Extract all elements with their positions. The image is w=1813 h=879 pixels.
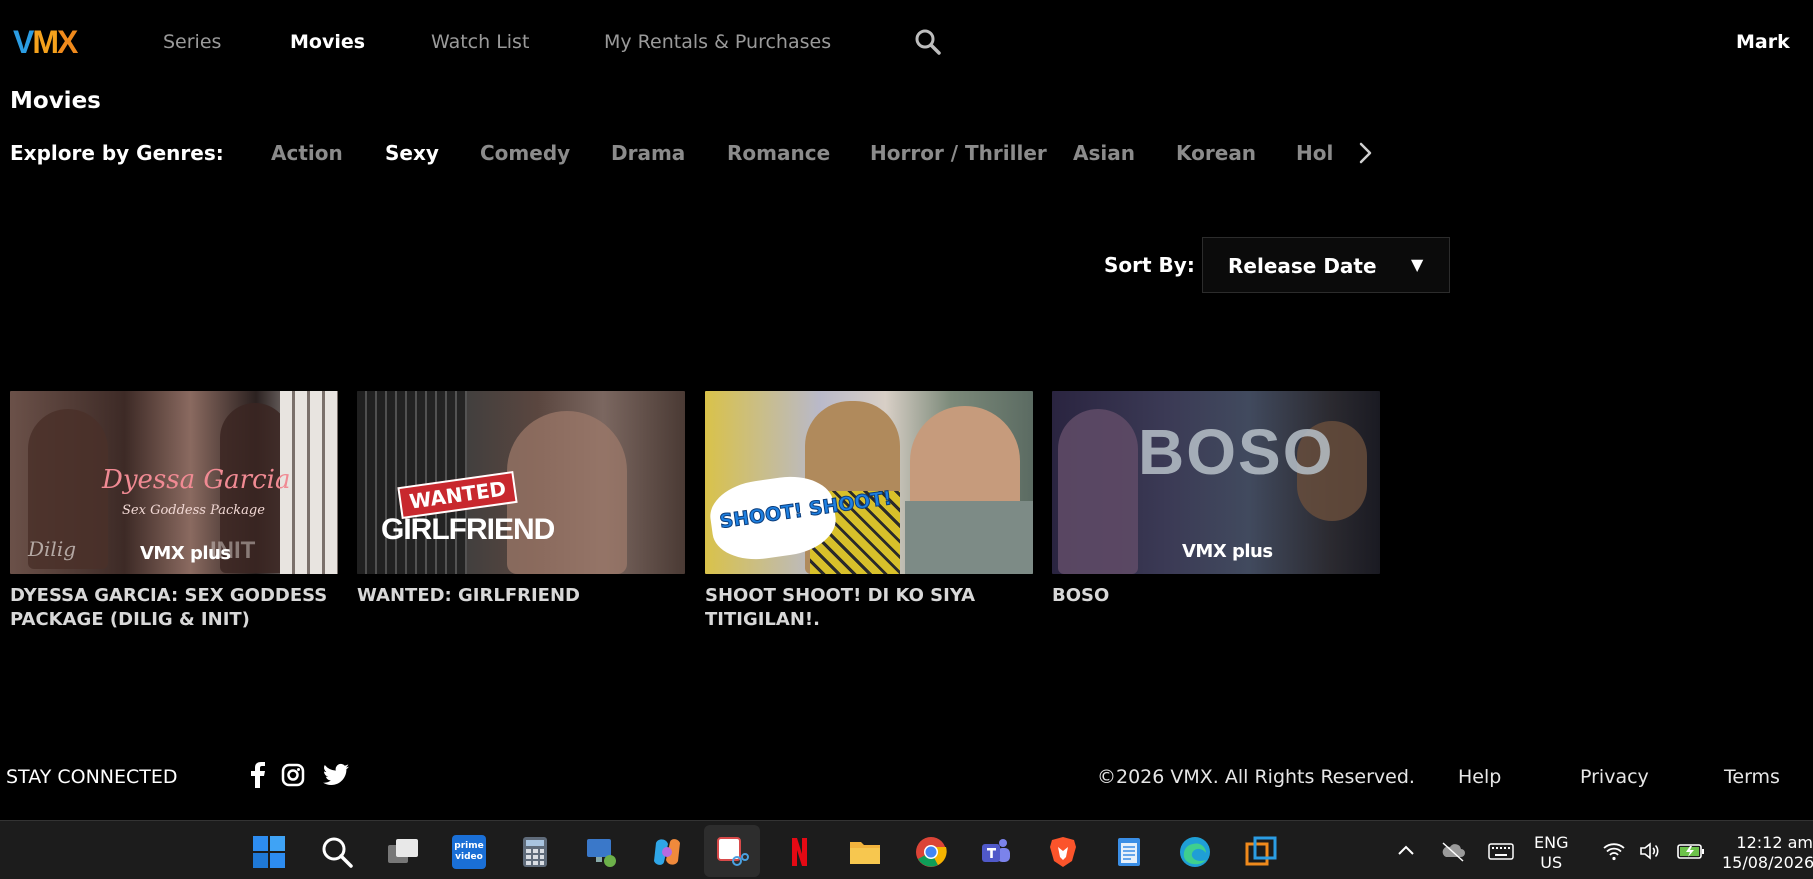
movie-thumbnail[interactable]: Dyessa Garcia Sex Goddess Package Dilig … [10,391,338,574]
genre-horror-thriller[interactable]: Horror / Thriller [870,140,1047,166]
facebook-icon[interactable] [251,762,265,788]
chevron-right-icon[interactable] [1355,140,1377,166]
person-shape [1058,409,1138,574]
genre-sexy[interactable]: Sexy [385,140,439,166]
movie-thumbnail[interactable]: BOSO VMX plus [1052,391,1380,574]
genres-label: Explore by Genres: [10,141,224,165]
person-shape [507,411,627,574]
thumb-subtitle: Sex Goddess Package [122,503,265,518]
thumb-title: BOSO [1138,416,1335,488]
shirt-shape [905,501,1033,574]
movie-title[interactable]: BOSO [1052,584,1380,608]
chrome-icon[interactable] [914,835,948,869]
file-explorer-icon[interactable] [848,835,882,869]
genre-drama[interactable]: Drama [611,140,685,166]
prime-video-icon[interactable]: prime video [452,835,486,869]
sort-label: Sort By: [1104,253,1195,277]
wifi-icon[interactable] [1602,839,1626,863]
vmx-plus-logo: VMX plus [1182,541,1273,562]
caret-down-icon: ▼ [1411,255,1424,274]
windows-taskbar: prime video ENG US 12:12 am 15/08/2026 [0,820,1813,879]
notepad-icon[interactable] [1112,835,1146,869]
volume-icon[interactable] [1638,839,1662,863]
movie-title[interactable]: SHOOT SHOOT! DI KO SIYA TITIGILAN!. [705,584,1033,632]
stay-connected-label: STAY CONNECTED [6,766,178,788]
sort-dropdown[interactable]: Release Date ▼ [1202,237,1450,293]
genre-asian[interactable]: Asian [1073,140,1135,166]
vmx-logo[interactable]: VMX [13,26,78,58]
genre-action[interactable]: Action [271,140,343,166]
movie-title[interactable]: DYESSA GARCIA: SEX GODDESS PACKAGE (DILI… [10,584,338,632]
top-nav: VMX Series Movies Watch List My Rentals … [0,0,1813,84]
sort-value: Release Date [1228,254,1377,278]
copilot-icon[interactable] [650,835,684,869]
teams-icon[interactable] [979,835,1013,869]
genre-comedy[interactable]: Comedy [480,140,570,166]
search-icon[interactable] [914,28,942,56]
vmx-plus-logo: VMX plus [140,543,231,564]
nav-movies[interactable]: Movies [290,30,365,54]
movie-card[interactable]: BOSO VMX plus BOSO [1052,391,1380,608]
keyboard-icon[interactable] [1488,839,1514,863]
app-icon[interactable] [1244,835,1278,869]
nav-watch-list[interactable]: Watch List [431,30,529,54]
movie-thumbnail[interactable]: SHOOT! SHOOT! [705,391,1033,574]
thumb-title: GIRLFRIEND [381,513,555,546]
onedrive-icon[interactable] [1440,839,1466,863]
movie-card[interactable]: WANTED GIRLFRIEND WANTED: GIRLFRIEND [357,391,685,608]
nav-series[interactable]: Series [163,30,221,54]
instagram-icon[interactable] [281,762,305,788]
netflix-icon[interactable] [782,835,816,869]
snipping-tool-icon[interactable] [715,835,749,869]
page-title: Movies [10,88,101,114]
twitter-icon[interactable] [323,762,349,788]
copyright-text: ©2026 VMX. All Rights Reserved. [1097,766,1415,788]
thumb-extra: Dilig [28,537,77,561]
battery-icon[interactable] [1676,839,1706,863]
movie-thumbnail[interactable]: WANTED GIRLFRIEND [357,391,685,574]
calculator-icon[interactable] [518,835,552,869]
thumb-title-script: Dyessa Garcia [102,465,291,495]
genre-korean[interactable]: Korean [1176,140,1256,166]
genre-list: Action Sexy Comedy Drama Romance Horror … [260,140,1358,170]
search-icon[interactable] [320,835,354,869]
genre-romance[interactable]: Romance [727,140,830,166]
chevron-up-icon[interactable] [1396,839,1416,863]
genre-hol[interactable]: Hol [1296,140,1333,166]
clock[interactable]: 12:12 am 15/08/2026 [1722,833,1813,873]
footer-link-privacy[interactable]: Privacy [1580,765,1649,789]
footer-link-help[interactable]: Help [1458,765,1501,789]
remote-desktop-icon[interactable] [584,835,618,869]
user-menu[interactable]: Mark [1736,30,1790,54]
language-indicator[interactable]: ENG US [1534,833,1568,873]
edge-icon[interactable] [1178,835,1212,869]
movie-card[interactable]: SHOOT! SHOOT! SHOOT SHOOT! DI KO SIYA TI… [705,391,1033,632]
footer-link-terms[interactable]: Terms [1724,765,1780,789]
windows-start-icon[interactable] [252,835,286,869]
nav-rentals-purchases[interactable]: My Rentals & Purchases [604,30,831,54]
movie-title[interactable]: WANTED: GIRLFRIEND [357,584,685,608]
movie-card[interactable]: Dyessa Garcia Sex Goddess Package Dilig … [10,391,338,632]
task-view-icon[interactable] [386,835,420,869]
brave-icon[interactable] [1046,835,1080,869]
